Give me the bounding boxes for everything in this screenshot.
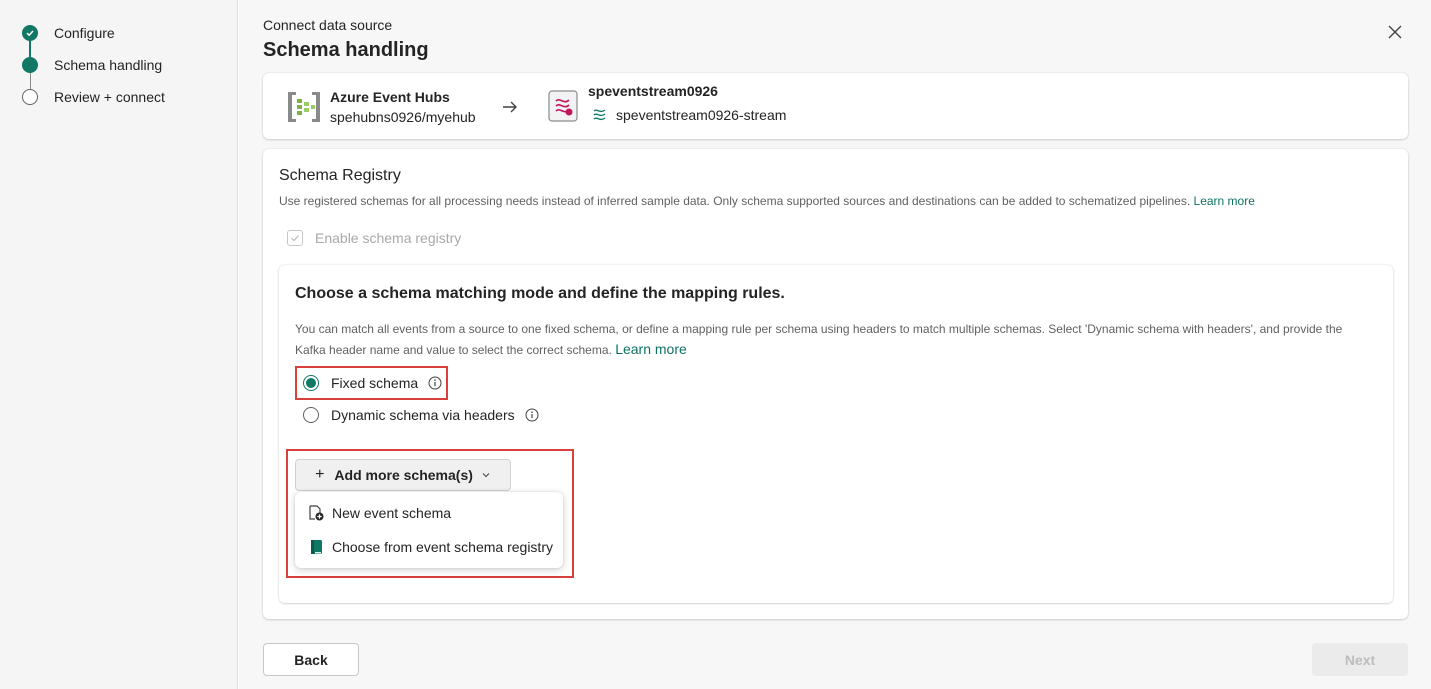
step-schema-handling[interactable]: Schema handling xyxy=(22,57,162,73)
step-configure[interactable]: Configure xyxy=(22,25,115,41)
description-text: Use registered schemas for all processin… xyxy=(279,194,1191,208)
stream-icon xyxy=(593,109,606,121)
radio-dynamic-schema[interactable]: Dynamic schema via headers xyxy=(303,407,539,423)
eventstream-icon xyxy=(548,90,578,122)
info-icon[interactable] xyxy=(428,376,442,390)
radio-label: Fixed schema xyxy=(331,375,419,391)
menu-item-label: Choose from event schema registry xyxy=(332,539,553,555)
menu-item-new-event-schema[interactable]: New event schema xyxy=(307,504,451,522)
checkbox-label: Enable schema registry xyxy=(315,230,462,246)
enable-schema-registry-checkbox[interactable]: Enable schema registry xyxy=(287,230,461,246)
schema-registry-icon xyxy=(311,540,322,554)
mapping-description: You can match all events from a source t… xyxy=(295,319,1365,360)
back-button[interactable]: Back xyxy=(263,643,359,676)
close-button[interactable] xyxy=(1385,22,1405,42)
checkmark-icon xyxy=(22,25,38,41)
section-title: Schema Registry xyxy=(279,167,401,184)
step-review-connect[interactable]: Review + connect xyxy=(22,89,165,105)
next-button[interactable]: Next xyxy=(1312,643,1408,676)
info-icon[interactable] xyxy=(525,408,539,422)
step-label: Review + connect xyxy=(54,89,165,105)
button-label: Add more schema(s) xyxy=(334,467,473,483)
plus-icon: + xyxy=(315,466,325,483)
learn-more-link[interactable]: Learn more xyxy=(1194,194,1255,208)
learn-more-link[interactable]: Learn more xyxy=(615,341,687,357)
current-step-icon xyxy=(22,57,38,73)
description-text: You can match all events from a source t… xyxy=(295,322,1343,357)
arrow-right-icon xyxy=(503,101,517,113)
section-description: Use registered schemas for all processin… xyxy=(279,194,1255,208)
close-icon xyxy=(1388,25,1402,39)
mapping-mode-card: Choose a schema matching mode and define… xyxy=(279,265,1393,603)
destination-stream: speventstream0926-stream xyxy=(616,107,787,123)
chevron-down-icon xyxy=(482,473,490,478)
mapping-title: Choose a schema matching mode and define… xyxy=(295,285,785,302)
radio-selected-icon xyxy=(303,375,319,391)
new-document-icon xyxy=(309,505,324,521)
pending-step-icon xyxy=(22,89,38,105)
step-connector xyxy=(29,40,31,58)
connection-summary-card: Azure Event Hubs spehubns0926/myehub spe… xyxy=(263,73,1408,139)
radio-fixed-schema[interactable]: Fixed schema xyxy=(303,375,442,391)
step-label: Configure xyxy=(54,25,115,41)
source-name: Azure Event Hubs xyxy=(330,89,450,105)
destination-name: speventstream0926 xyxy=(588,83,718,99)
add-schema-menu: New event schema Choose from event schem… xyxy=(295,492,563,568)
checkbox-icon xyxy=(287,230,303,246)
step-label: Schema handling xyxy=(54,57,163,73)
page-title: Schema handling xyxy=(263,39,429,61)
main-panel: Connect data source Schema handling Azur… xyxy=(239,0,1431,689)
breadcrumb: Connect data source xyxy=(263,17,393,33)
radio-unselected-icon xyxy=(303,407,319,423)
radio-label: Dynamic schema via headers xyxy=(331,407,515,423)
add-more-schemas-button[interactable]: + Add more schema(s) xyxy=(295,459,511,491)
stepper-panel: Configure Schema handling Review + conne… xyxy=(0,0,238,689)
event-hubs-icon xyxy=(288,92,320,122)
menu-item-choose-from-registry[interactable]: Choose from event schema registry xyxy=(307,538,553,556)
schema-registry-card: Schema Registry Use registered schemas f… xyxy=(263,149,1408,619)
step-connector xyxy=(30,72,31,90)
source-path: spehubns0926/myehub xyxy=(330,109,476,125)
menu-item-label: New event schema xyxy=(332,505,452,521)
